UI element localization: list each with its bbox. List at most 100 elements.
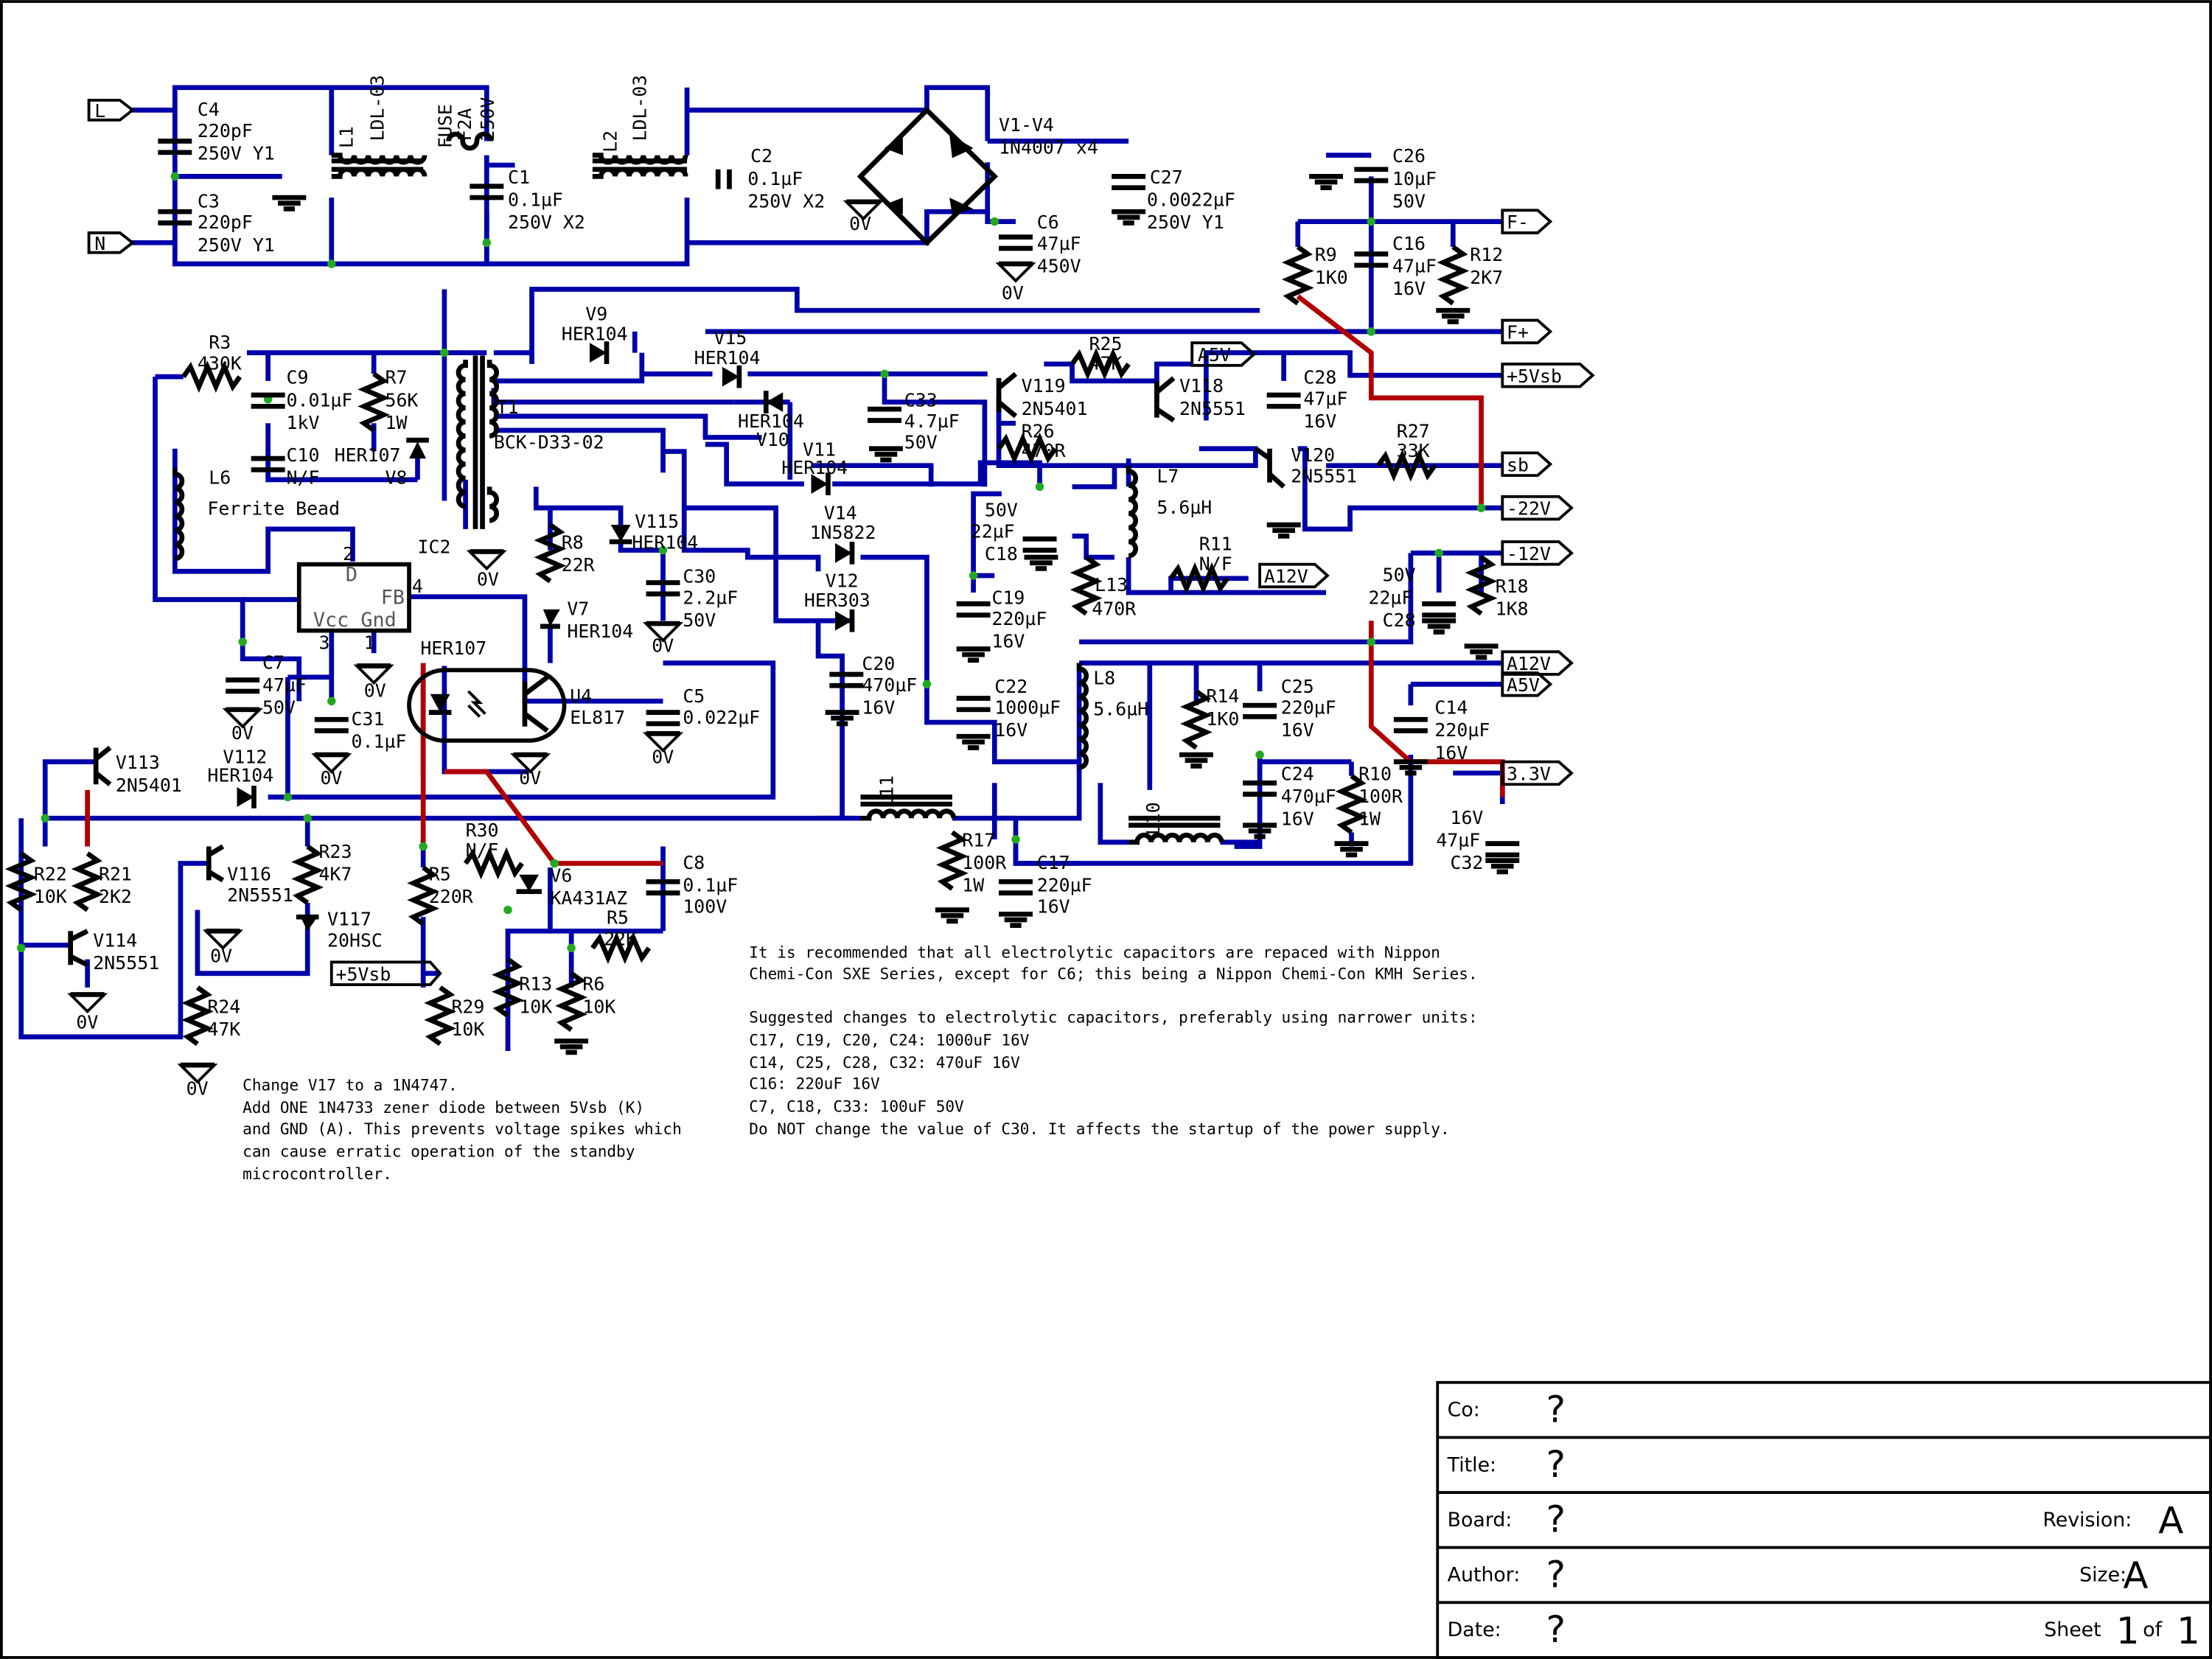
label-l8: L8 xyxy=(1093,667,1115,688)
label-c22-rating: 16V xyxy=(994,719,1028,741)
label-c30-val: 2.2µF xyxy=(683,587,738,608)
tb-date-value: ? xyxy=(1546,1608,1566,1651)
label-her107b: HER107 xyxy=(420,638,486,659)
port-a5v-right: A5V xyxy=(1507,674,1540,696)
tb-sheet-of: of xyxy=(2143,1618,2162,1641)
port-a12v-right: A12V xyxy=(1507,653,1551,674)
notes-left: Change V17 to a 1N4747. Add ONE 1N4733 z… xyxy=(243,1076,682,1184)
label-r5b: R5 xyxy=(607,907,629,929)
label-c33-rating: 50V xyxy=(904,432,938,453)
label-c8-val: 0.1µF xyxy=(683,875,738,896)
tb-revision-value: A xyxy=(2158,1500,2183,1543)
note-right-line: C14, C25, C28, C32: 470uF 16V xyxy=(749,1053,1020,1072)
label-r11: R11 xyxy=(1199,534,1232,555)
label-r22-val: 10K xyxy=(34,886,67,907)
label-c18: C18 xyxy=(985,543,1018,565)
tb-title-value: ? xyxy=(1546,1443,1566,1486)
tb-board-label: Board: xyxy=(1448,1509,1513,1531)
label-v118: V118 xyxy=(1179,375,1224,397)
label-c31-gnd: 0V xyxy=(320,767,342,789)
label-v114: V114 xyxy=(93,929,137,951)
label-c4-rating: 250V Y1 xyxy=(198,142,275,164)
label-t1: T1 xyxy=(497,397,519,418)
tb-revision-label: Revision: xyxy=(2042,1509,2132,1531)
label-r8: R8 xyxy=(562,532,584,553)
label-r9: R9 xyxy=(1315,244,1337,265)
label-c9-rating: 1kV xyxy=(287,412,320,433)
note-right-line: C17, C19, C20, C24: 1000uF 16V xyxy=(749,1030,1029,1049)
label-c8: C8 xyxy=(683,852,705,873)
note-left-line: microcontroller. xyxy=(243,1164,392,1183)
label-c5-gnd: 0V xyxy=(652,747,674,768)
label-r30: R30 xyxy=(466,820,499,841)
label-v1v4-part: 1N4007 x4 xyxy=(999,137,1098,158)
label-r7: R7 xyxy=(385,367,407,388)
label-u4-part: EL817 xyxy=(570,707,625,728)
label-c24-rating: 16V xyxy=(1281,808,1314,830)
label-ic2: IC2 xyxy=(418,536,451,557)
label-c3-val: 220pF xyxy=(198,212,253,233)
label-c2: C2 xyxy=(750,145,772,167)
label-l6: L6 xyxy=(209,467,231,489)
label-r24: R24 xyxy=(207,996,240,1017)
label-t1-part: BCK-D33-02 xyxy=(494,432,604,453)
label-c14-rating: 16V xyxy=(1434,742,1468,764)
label-v113-part: 2N5401 xyxy=(116,775,182,796)
label-r29-val: 10K xyxy=(451,1019,484,1040)
label-c22: C22 xyxy=(994,676,1028,697)
label-r5a-val: 220R xyxy=(429,886,473,907)
label-l8-val: 5.6µH xyxy=(1093,698,1148,719)
label-c33: C33 xyxy=(904,389,938,411)
label-v112-part: HER104 xyxy=(207,764,273,786)
label-r9-val: 1K0 xyxy=(1315,267,1348,288)
label-c9-val: 0.01µF xyxy=(287,389,353,411)
port-minus-22v: -22V xyxy=(1507,498,1551,520)
label-c14-val: 220µF xyxy=(1434,719,1490,741)
label-c3-rating: 250V Y1 xyxy=(198,234,275,256)
label-c18-rating: 50V xyxy=(985,500,1018,521)
port-a5v-top: A5V xyxy=(1198,344,1231,366)
label-r12-val: 2K7 xyxy=(1470,267,1503,288)
label-fuse-val: F2A xyxy=(454,108,475,142)
label-v113: V113 xyxy=(116,752,160,773)
label-c6-gnd: 0V xyxy=(1002,282,1024,304)
label-r13-val: 10K xyxy=(519,996,552,1017)
label-u4-gnd: 0V xyxy=(519,767,541,789)
label-v120-part: 2N5551 xyxy=(1291,466,1357,487)
label-v10: V10 xyxy=(756,429,789,450)
label-c1: C1 xyxy=(508,167,530,188)
label-v9: V9 xyxy=(585,304,607,325)
note-right-line: Chemi-Con SXE Series, except for C6; thi… xyxy=(749,964,1477,982)
label-c30-rating: 50V xyxy=(683,610,716,631)
label-c32-rating: 16V xyxy=(1450,807,1483,828)
label-c30-gnd: 0V xyxy=(652,635,674,656)
port-f-minus: F- xyxy=(1507,212,1529,233)
label-c3: C3 xyxy=(198,190,220,212)
label-l6-desc: Ferrite Bead xyxy=(207,498,340,520)
label-r5b-val: 22K xyxy=(604,928,637,949)
label-c7-val: 47µF xyxy=(262,674,307,696)
label-v119: V119 xyxy=(1022,375,1066,397)
label-r14-val: 1K0 xyxy=(1206,708,1239,730)
port-n: N xyxy=(94,233,105,254)
label-c20-val: 470µF xyxy=(862,674,917,696)
label-c28b: C28 xyxy=(1383,610,1416,631)
label-v9-part: HER104 xyxy=(562,323,628,344)
label-r21-val: 2K2 xyxy=(99,886,132,907)
label-c2-rating: 250V X2 xyxy=(747,190,825,212)
label-c30: C30 xyxy=(683,566,716,587)
label-v15-part: HER104 xyxy=(694,347,761,369)
note-left-line: Change V17 to a 1N4747. xyxy=(243,1076,457,1094)
label-c27: C27 xyxy=(1150,167,1183,188)
label-c6: C6 xyxy=(1037,212,1059,233)
port-minus-12v: -12V xyxy=(1507,543,1551,565)
label-r6: R6 xyxy=(582,974,604,995)
label-c28b-rating: 50V xyxy=(1383,565,1416,586)
label-c28a-rating: 16V xyxy=(1303,411,1336,432)
label-l13-val: 470R xyxy=(1092,598,1136,620)
label-r12: R12 xyxy=(1470,244,1503,265)
note-right-line: Suggested changes to electrolytic capaci… xyxy=(749,1008,1477,1027)
tb-author-value: ? xyxy=(1546,1553,1566,1596)
label-ic2-pin3: 3 xyxy=(319,632,330,654)
label-c6-val: 47µF xyxy=(1037,233,1081,254)
